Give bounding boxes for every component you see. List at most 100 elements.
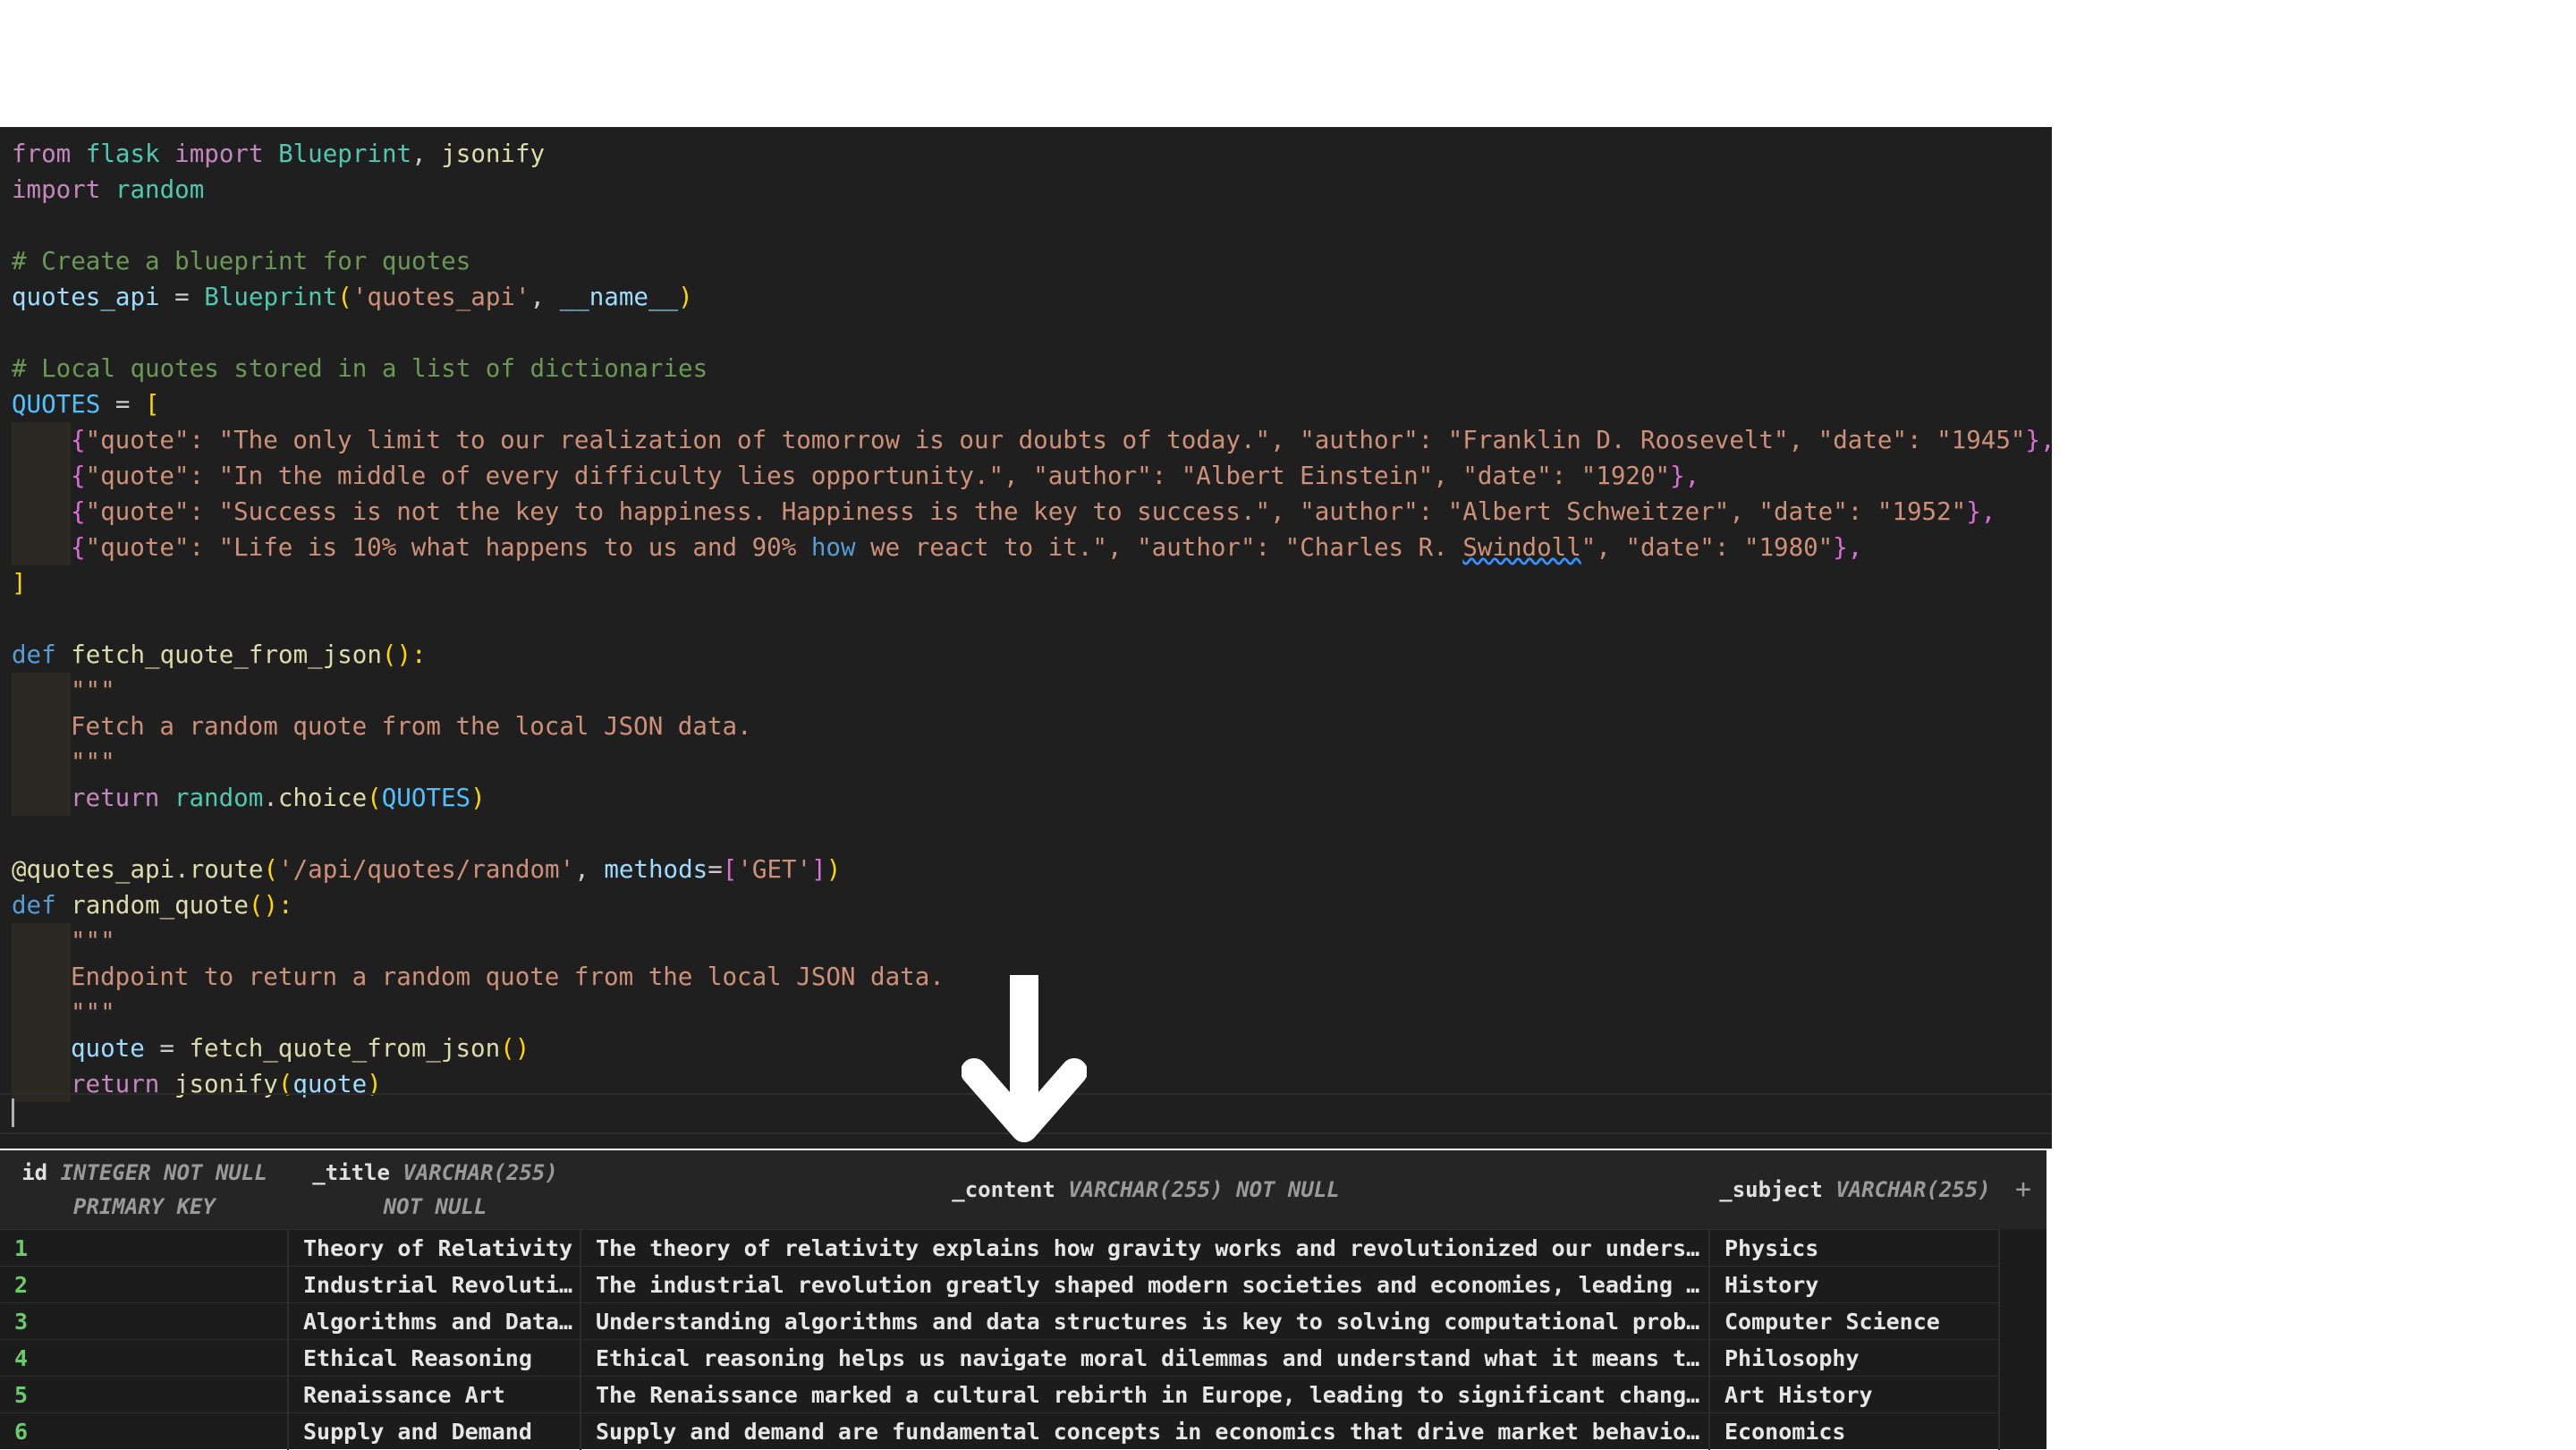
code-line-21: @quotes_api.route('/api/quotes/random', … bbox=[12, 852, 841, 887]
token: quotes_api bbox=[12, 283, 160, 311]
indent-guide bbox=[12, 923, 71, 959]
column-name: id bbox=[21, 1160, 48, 1185]
table-row[interactable]: 5 Renaissance Art The Renaissance marked… bbox=[0, 1376, 2000, 1413]
token: "quote": "Success is not the key to happ… bbox=[85, 497, 1967, 526]
token: '/api/quotes/random' bbox=[278, 855, 575, 884]
cell-subject[interactable]: Computer Science bbox=[1710, 1303, 2000, 1340]
token: }, bbox=[1670, 462, 1700, 490]
token: 'GET' bbox=[737, 855, 812, 884]
token: """ bbox=[71, 927, 115, 955]
table-row[interactable]: 1 Theory of Relativity The theory of rel… bbox=[0, 1229, 2000, 1267]
cell-content[interactable]: Supply and demand are fundamental concep… bbox=[581, 1413, 1710, 1450]
column-header-id[interactable]: id INTEGER NOT NULL PRIMARY KEY bbox=[0, 1150, 291, 1229]
add-column-button[interactable]: + bbox=[2000, 1150, 2046, 1229]
code-line-2: import random bbox=[12, 172, 204, 208]
token: }, bbox=[1833, 533, 1863, 562]
cell-subject[interactable]: Economics bbox=[1710, 1413, 2000, 1450]
token: ) bbox=[826, 855, 842, 884]
cell-id[interactable]: 6 bbox=[0, 1413, 289, 1450]
column-name: _title bbox=[312, 1160, 390, 1185]
column-header-title[interactable]: _title VARCHAR(255) NOT NULL bbox=[289, 1150, 583, 1229]
data-grid: id INTEGER NOT NULL PRIMARY KEY _title V… bbox=[0, 1150, 2046, 1450]
column-header-subject[interactable]: _subject VARCHAR(255) bbox=[1710, 1150, 2002, 1229]
token: , bbox=[530, 283, 560, 311]
cell-content[interactable]: The industrial revolution greatly shaped… bbox=[581, 1267, 1710, 1303]
token: = bbox=[100, 390, 146, 419]
column-header-content[interactable]: _content VARCHAR(255) NOT NULL bbox=[581, 1150, 1712, 1229]
cell-title[interactable]: Algorithms and Data… bbox=[289, 1303, 581, 1340]
table-row[interactable]: 2 Industrial Revoluti… The industrial re… bbox=[0, 1266, 2000, 1303]
indent-guide bbox=[12, 494, 71, 530]
code-line-7: # Local quotes stored in a list of dicti… bbox=[12, 354, 708, 383]
cell-content[interactable]: The theory of relativity explains how gr… bbox=[581, 1230, 1710, 1267]
table-row[interactable]: 3 Algorithms and Data… Understanding alg… bbox=[0, 1302, 2000, 1340]
cell-id[interactable]: 3 bbox=[0, 1303, 289, 1340]
code-line-11: {"quote": "Success is not the key to hap… bbox=[12, 494, 1996, 530]
cell-subject[interactable]: Art History bbox=[1710, 1377, 2000, 1413]
cell-subject[interactable]: Physics bbox=[1710, 1230, 2000, 1267]
cell-id[interactable]: 5 bbox=[0, 1377, 289, 1413]
cell-title[interactable]: Renaissance Art bbox=[289, 1377, 581, 1413]
token: random_quote bbox=[71, 891, 249, 920]
column-type: VARCHAR(255) bbox=[1835, 1177, 1991, 1202]
token: we react to it.", "author": "Charles R. bbox=[855, 533, 1463, 562]
token: { bbox=[71, 462, 86, 490]
code-line-8: QUOTES = [ bbox=[12, 386, 160, 422]
header-line: _content VARCHAR(255) NOT NULL bbox=[952, 1173, 1339, 1207]
column-type: VARCHAR(255) bbox=[402, 1160, 558, 1185]
token: Blueprint bbox=[204, 283, 338, 311]
indent-guide bbox=[12, 422, 71, 458]
cell-title[interactable]: Ethical Reasoning bbox=[289, 1340, 581, 1377]
token: { bbox=[71, 533, 86, 562]
cell-id[interactable]: 1 bbox=[0, 1230, 289, 1267]
token: () bbox=[500, 1034, 530, 1063]
cell-subject[interactable]: Philosophy bbox=[1710, 1340, 2000, 1377]
cell-title[interactable]: Supply and Demand bbox=[289, 1413, 581, 1450]
table-row[interactable]: 4 Ethical Reasoning Ethical reasoning he… bbox=[0, 1339, 2000, 1377]
cell-content[interactable]: Understanding algorithms and data struct… bbox=[581, 1303, 1710, 1340]
token: . bbox=[263, 784, 278, 812]
column-type: VARCHAR(255) NOT NULL bbox=[1068, 1177, 1340, 1202]
cell-content[interactable]: Ethical reasoning helps us navigate mora… bbox=[581, 1340, 1710, 1377]
cell-subject[interactable]: History bbox=[1710, 1267, 2000, 1303]
code-line-15: def fetch_quote_from_json(): bbox=[12, 637, 427, 673]
token: { bbox=[71, 497, 86, 526]
table-row[interactable]: 6 Supply and Demand Supply and demand ar… bbox=[0, 1412, 2000, 1450]
code-line-23: """ bbox=[12, 923, 115, 959]
token: = bbox=[159, 283, 205, 311]
token: QUOTES bbox=[12, 390, 101, 419]
cell-content[interactable]: The Renaissance marked a cultural rebirt… bbox=[581, 1377, 1710, 1413]
arrow-shaft bbox=[1010, 975, 1038, 1109]
token: return bbox=[71, 784, 160, 812]
cell-id[interactable]: 4 bbox=[0, 1340, 289, 1377]
token: { bbox=[71, 426, 86, 454]
token: def bbox=[12, 891, 56, 920]
column-name: _content bbox=[952, 1177, 1055, 1202]
cell-id[interactable]: 2 bbox=[0, 1267, 289, 1303]
token: ( bbox=[337, 283, 352, 311]
indent-guide bbox=[12, 1030, 71, 1066]
code-line-24: Endpoint to return a random quote from t… bbox=[12, 959, 945, 995]
code-line-13: ] bbox=[12, 569, 27, 598]
code-line-25: """ bbox=[12, 995, 115, 1030]
indent-guide bbox=[12, 708, 71, 744]
token: """ bbox=[71, 998, 115, 1027]
token: how bbox=[796, 533, 856, 562]
token: @quotes_api bbox=[12, 855, 175, 884]
token: = bbox=[144, 1034, 190, 1063]
token: ( bbox=[367, 784, 382, 812]
code-line-22: def random_quote(): bbox=[12, 887, 293, 923]
indent-guide bbox=[12, 744, 71, 780]
code-line-1: from flask import Blueprint, jsonify bbox=[12, 136, 545, 172]
token: [ bbox=[722, 855, 738, 884]
code-line-10: {"quote": "In the middle of every diffic… bbox=[12, 458, 1699, 494]
cell-title[interactable]: Theory of Relativity bbox=[289, 1230, 581, 1267]
header-line: _title VARCHAR(255) bbox=[312, 1156, 558, 1190]
token: methods bbox=[604, 855, 708, 884]
token: quote bbox=[71, 1034, 145, 1063]
text-cursor bbox=[12, 1098, 14, 1127]
column-constraint: PRIMARY KEY bbox=[73, 1194, 216, 1219]
token: Fetch a random quote from the local JSON… bbox=[71, 712, 752, 741]
column-type: INTEGER NOT NULL bbox=[60, 1160, 267, 1185]
cell-title[interactable]: Industrial Revoluti… bbox=[289, 1267, 581, 1303]
